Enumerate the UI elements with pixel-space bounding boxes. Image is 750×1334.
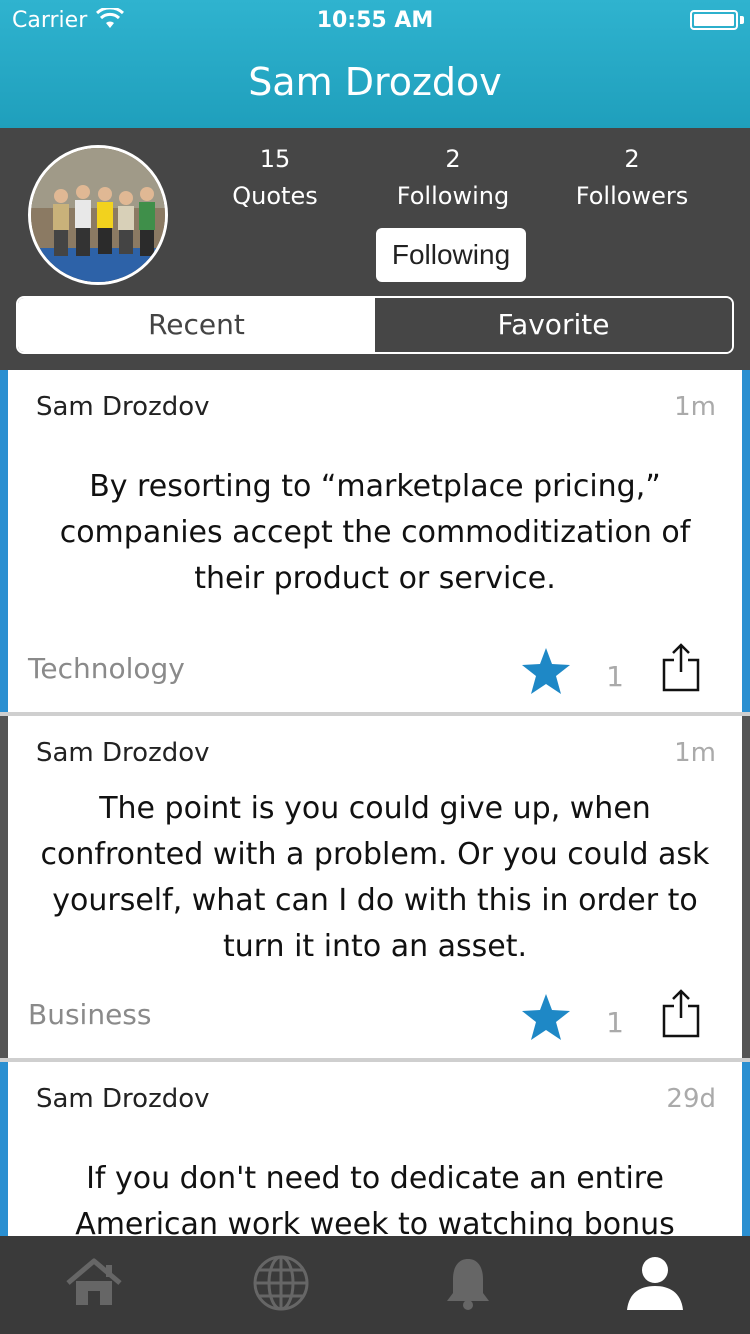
quote-text: If you don't need to dedicate an entire … [30, 1156, 720, 1236]
stat-quotes-label: Quotes [232, 182, 318, 210]
navigation-bar: Carrier 10:55 AM Sam Drozdov [0, 0, 750, 128]
tab-notifications[interactable] [374, 1236, 561, 1334]
quote-line: By resorting to “marketplace pricing,” [89, 469, 661, 504]
quote-line: yourself, what can I do with this in ord… [52, 883, 698, 918]
quote-line: turn it into an asset. [222, 929, 528, 964]
quote-card[interactable]: Sam Drozdov 1m The point is you could gi… [0, 716, 750, 1058]
quote-line: their product or service. [194, 561, 556, 596]
bell-icon [443, 1255, 493, 1315]
profile-icon [625, 1254, 685, 1316]
stat-quotes-count: 15 [259, 145, 291, 173]
avatar [28, 145, 168, 285]
favorite-count: 1 [606, 660, 624, 693]
quote-author[interactable]: Sam Drozdov [36, 738, 210, 768]
stat-following-label: Following [396, 182, 510, 210]
segment-favorite[interactable]: Favorite [375, 298, 732, 352]
quote-feed[interactable]: Sam Drozdov 1m By resorting to “marketpl… [0, 370, 750, 1236]
status-bar: Carrier 10:55 AM [0, 0, 750, 40]
stat-following[interactable]: 2 Following [363, 142, 543, 210]
quote-line: If you don't need to dedicate an entire [86, 1161, 664, 1196]
quote-line: confronted with a problem. Or you could … [40, 837, 710, 872]
quote-category[interactable]: Technology [28, 652, 185, 685]
card-accent-left [0, 1062, 8, 1236]
stat-followers-count: 2 [624, 145, 640, 173]
quote-category[interactable]: Business [28, 998, 151, 1031]
share-icon[interactable] [660, 642, 702, 692]
quote-time: 1m [674, 738, 716, 768]
quote-time: 29d [666, 1084, 716, 1114]
stat-following-count: 2 [445, 145, 461, 173]
quote-card[interactable]: Sam Drozdov 1m By resorting to “marketpl… [0, 370, 750, 712]
quote-text: By resorting to “marketplace pricing,” c… [30, 464, 720, 602]
profile-header: 15 Quotes 2 Following 2 Followers Follow… [0, 128, 750, 370]
battery-icon [690, 10, 738, 30]
card-accent-left [0, 370, 8, 712]
segment-recent[interactable]: Recent [18, 298, 375, 352]
tab-bar [0, 1236, 750, 1334]
share-icon[interactable] [660, 988, 702, 1038]
following-button[interactable]: Following [376, 228, 526, 282]
home-icon [64, 1257, 124, 1313]
tab-explore[interactable] [187, 1236, 374, 1334]
card-accent-right [742, 370, 750, 712]
stat-quotes[interactable]: 15 Quotes [185, 142, 365, 210]
quote-line: companies accept the commoditization of [59, 515, 691, 550]
clock: 10:55 AM [316, 8, 434, 33]
stat-followers[interactable]: 2 Followers [542, 142, 722, 210]
segmented-control: Recent Favorite [16, 296, 734, 354]
battery-tip [740, 16, 744, 24]
quote-line: American work week to watching bonus [75, 1207, 675, 1236]
quote-card[interactable]: Sam Drozdov 29d If you don't need to ded… [0, 1062, 750, 1236]
quote-line: The point is you could give up, when [99, 791, 651, 826]
page-title: Sam Drozdov [248, 60, 502, 104]
globe-icon [252, 1254, 310, 1316]
quote-author[interactable]: Sam Drozdov [36, 1084, 210, 1114]
tab-profile[interactable] [561, 1236, 748, 1334]
favorite-count: 1 [606, 1006, 624, 1039]
quote-time: 1m [674, 392, 716, 422]
card-accent-left [0, 716, 8, 1058]
stat-followers-label: Followers [575, 182, 689, 210]
card-accent-right [742, 1062, 750, 1236]
tab-home[interactable] [0, 1236, 187, 1334]
quote-text: The point is you could give up, when con… [30, 786, 720, 970]
star-icon[interactable] [520, 646, 572, 696]
quote-author[interactable]: Sam Drozdov [36, 392, 210, 422]
card-accent-right [742, 716, 750, 1058]
star-icon[interactable] [520, 992, 572, 1042]
